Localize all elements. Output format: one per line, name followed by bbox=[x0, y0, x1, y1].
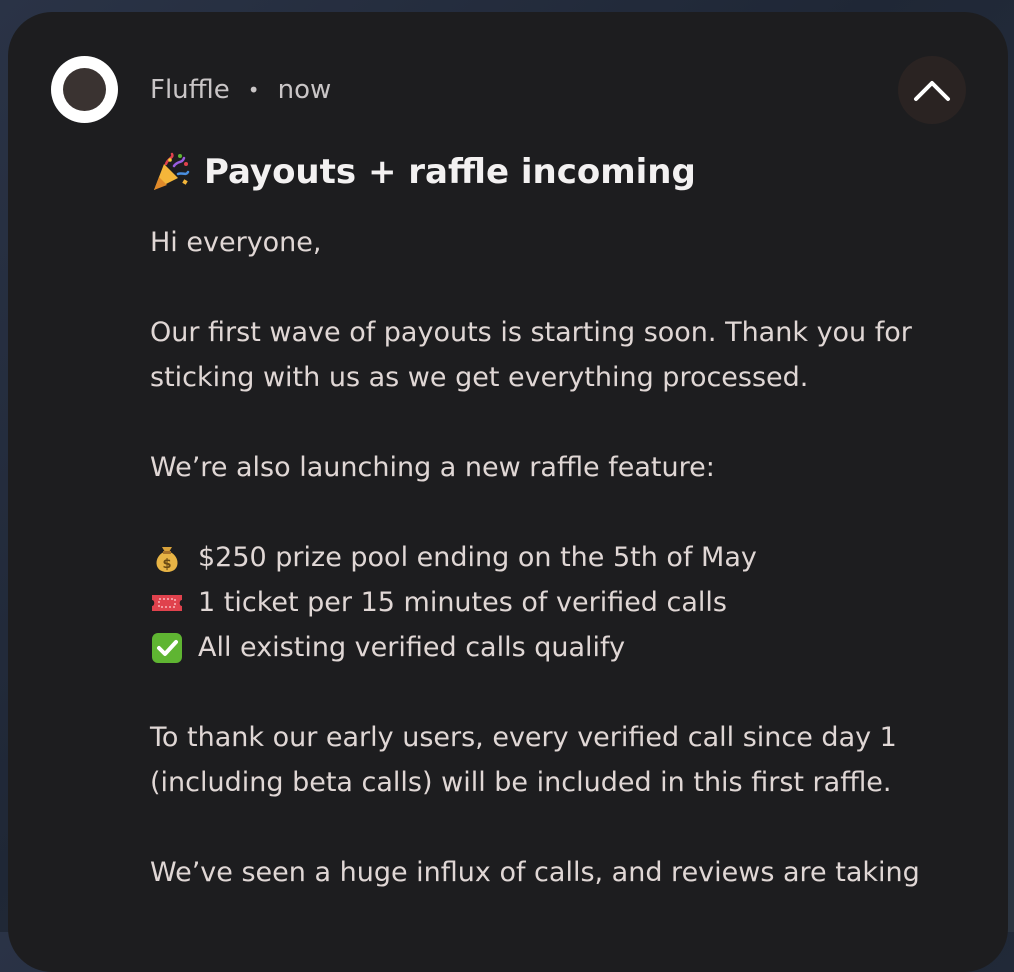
notification-card[interactable]: Fluffle • now Payouts + raffle incoming … bbox=[8, 12, 1008, 972]
notification-title: Payouts + raffle incoming bbox=[150, 152, 696, 192]
bullet-text: $250 prize pool ending on the 5th of May bbox=[198, 542, 757, 573]
notification-body: Hi everyone, Our first wave of payouts i… bbox=[150, 220, 980, 895]
timestamp: now bbox=[277, 75, 332, 105]
title-text: Payouts + raffle incoming bbox=[204, 152, 696, 192]
collapse-button[interactable] bbox=[898, 56, 966, 124]
paragraph-line: Our first wave of payouts is starting so… bbox=[150, 317, 912, 348]
money-bag-icon: $ bbox=[156, 546, 178, 572]
separator-dot: • bbox=[247, 78, 260, 102]
party-popper-icon bbox=[154, 152, 190, 190]
svg-text:$: $ bbox=[162, 557, 171, 572]
paragraph-line: We’ve seen a huge influx of calls, and r… bbox=[150, 857, 920, 888]
app-name: Fluffle bbox=[150, 75, 230, 105]
paragraph-line: sticking with us as we get everything pr… bbox=[150, 362, 809, 393]
bullet-text: All existing verified calls qualify bbox=[198, 632, 626, 663]
bullet-item: $ $250 prize pool ending on the 5th of M… bbox=[150, 535, 980, 580]
ticket-icon bbox=[152, 594, 182, 611]
bullet-item: 1 ticket per 15 minutes of verified call… bbox=[150, 580, 980, 625]
notification-header: Fluffle • now bbox=[150, 74, 331, 106]
paragraph-line: We’re also launching a new raffle featur… bbox=[150, 452, 715, 483]
paragraph-line: To thank our early users, every verified… bbox=[150, 722, 897, 753]
bullet-item: All existing verified calls qualify bbox=[150, 625, 980, 670]
circle-logo-icon bbox=[51, 56, 118, 123]
bullet-text: 1 ticket per 15 minutes of verified call… bbox=[198, 587, 727, 618]
paragraph-line: (including beta calls) will be included … bbox=[150, 767, 892, 798]
greeting: Hi everyone, bbox=[150, 227, 322, 258]
chevron-up-icon bbox=[914, 81, 950, 101]
check-mark-icon bbox=[152, 632, 182, 663]
